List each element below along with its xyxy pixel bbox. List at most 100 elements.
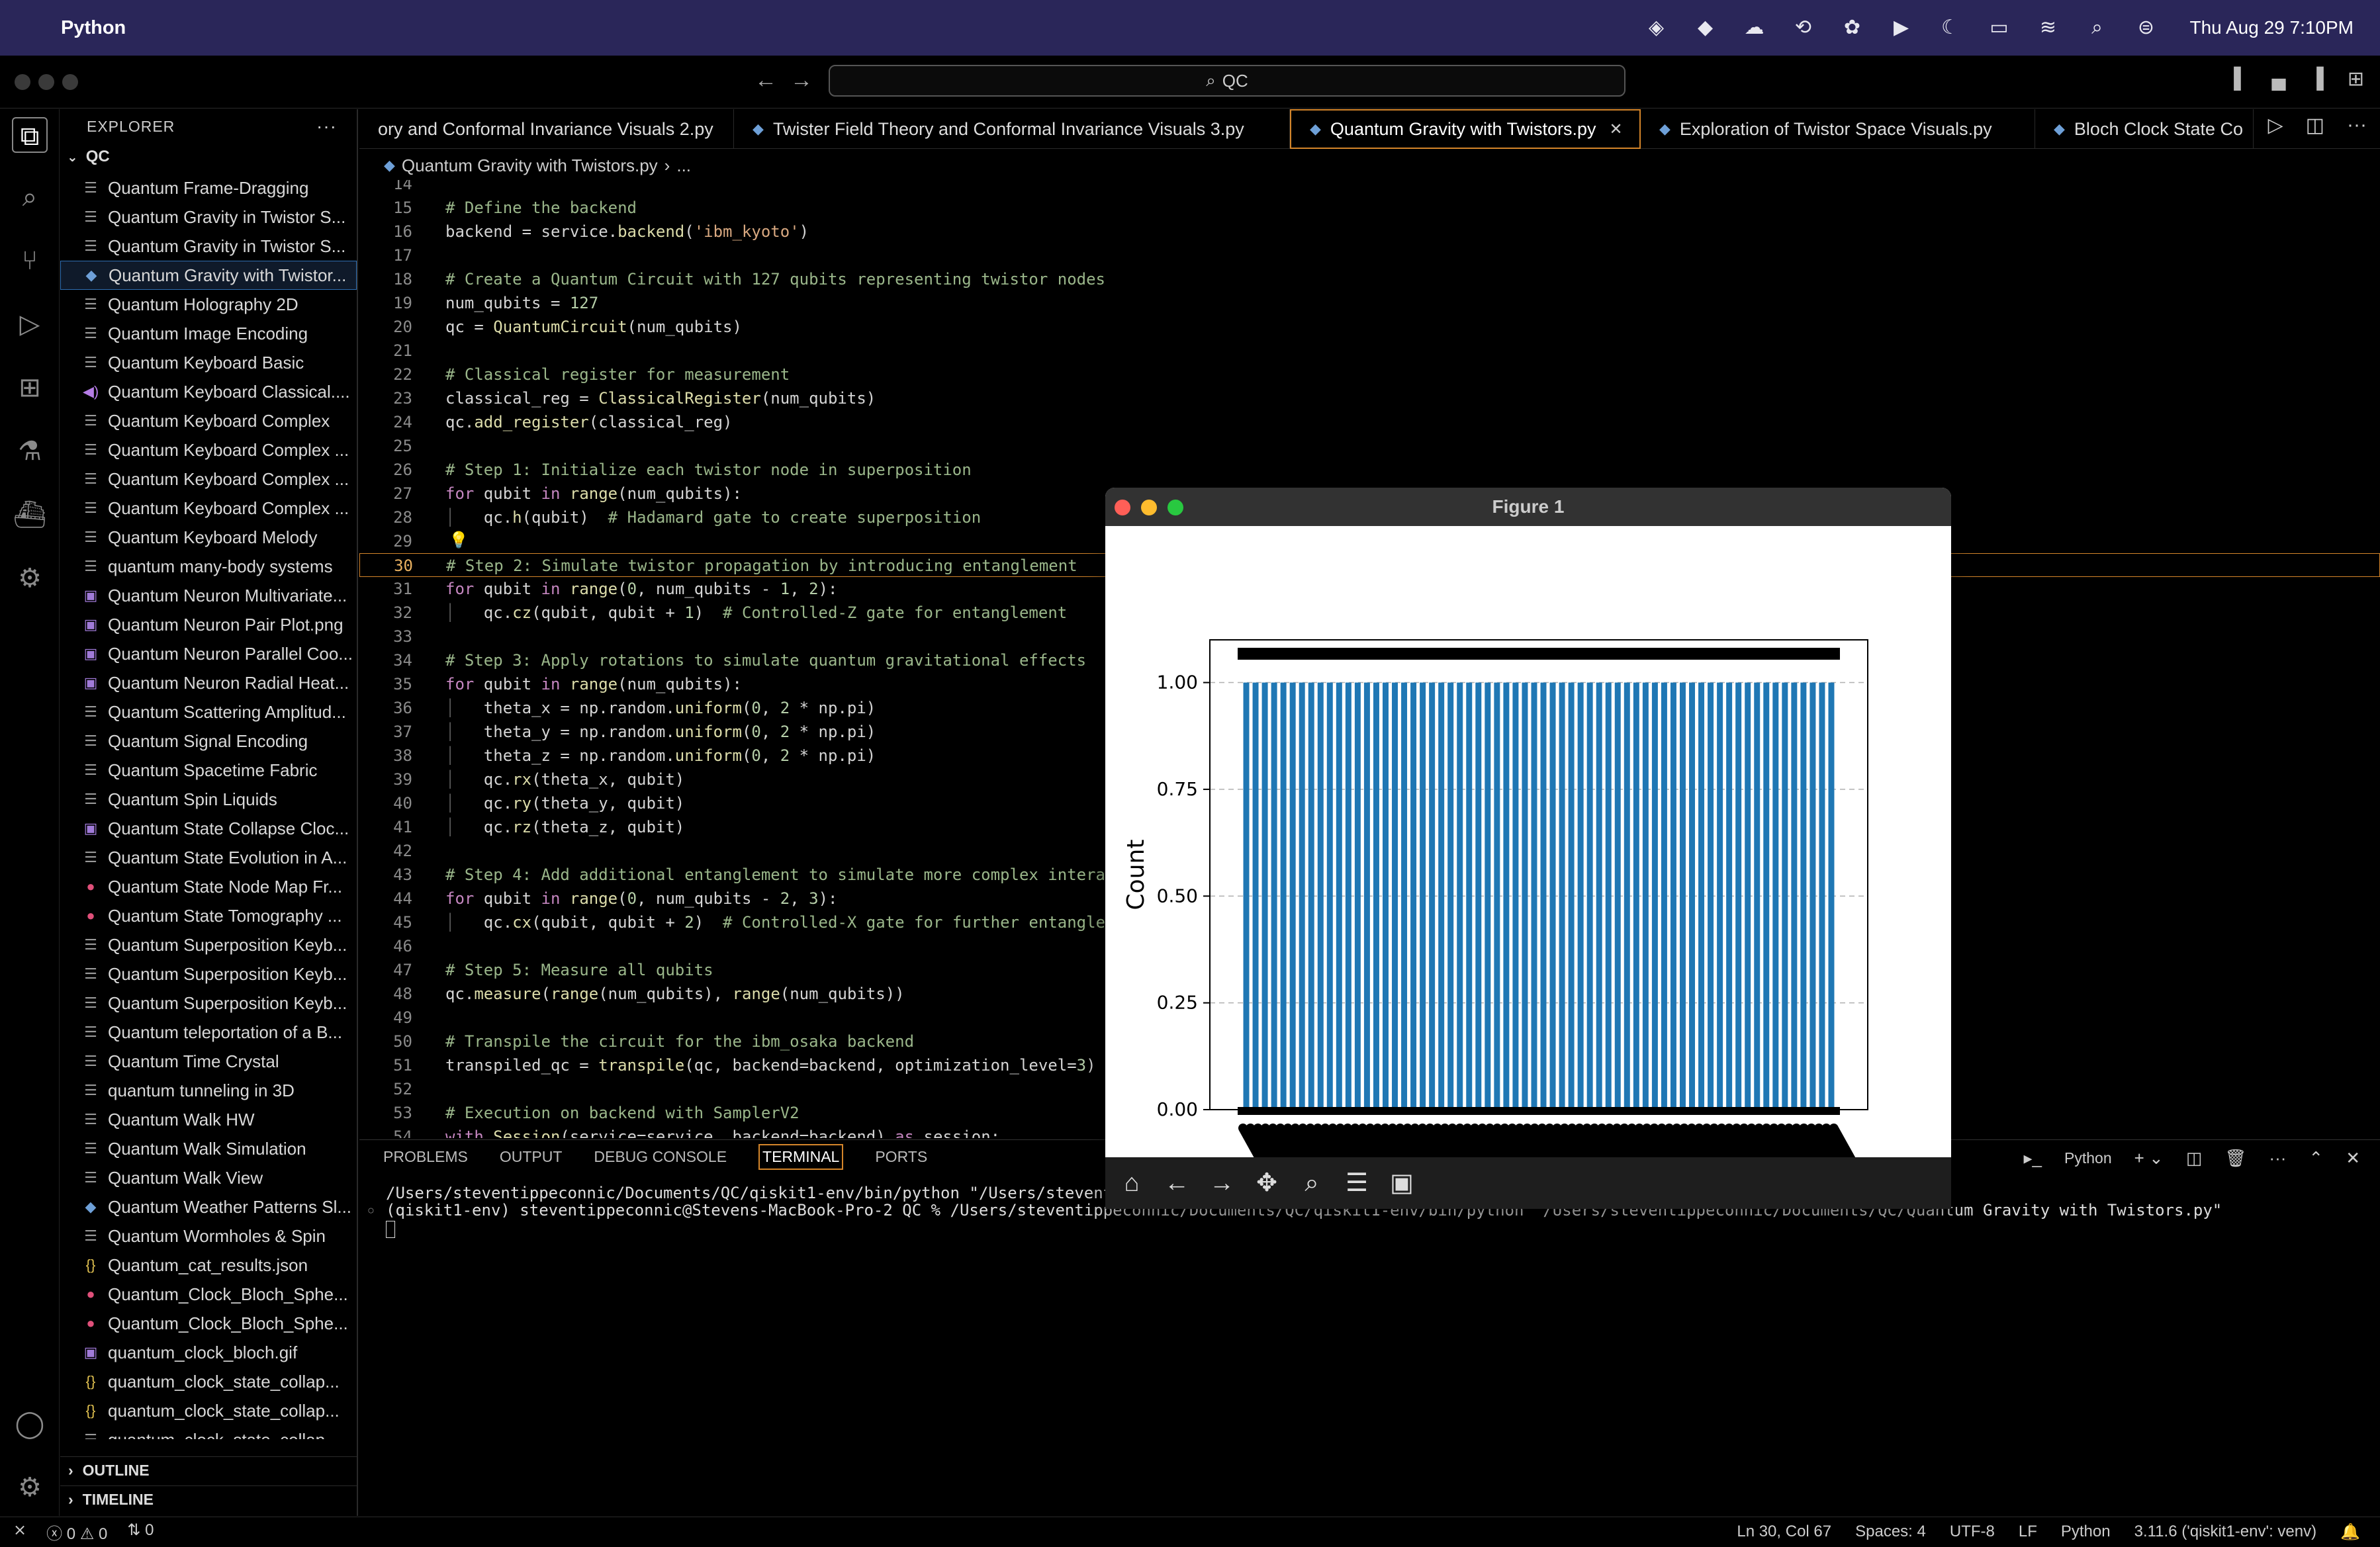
file-item[interactable]: ☰ Quantum Keyboard Basic: [60, 348, 357, 377]
extensions-icon[interactable]: ⊞: [12, 370, 48, 406]
zoom-window-button[interactable]: [1167, 500, 1183, 515]
tab-twister-field-theory-3[interactable]: ◆ Twister Field Theory and Conformal Inv…: [734, 109, 1290, 149]
code-line[interactable]: 14: [359, 180, 2380, 196]
ports-status[interactable]: ⇅ 0: [127, 1521, 154, 1544]
adguard-icon[interactable]: ◈: [1644, 18, 1668, 38]
file-item[interactable]: ▣ Quantum Neuron Pair Plot.png: [60, 610, 357, 639]
file-item[interactable]: ☰ Quantum Superposition Keyb...: [60, 959, 357, 989]
chatgpt-icon[interactable]: ✿: [1840, 18, 1864, 38]
search-icon[interactable]: ⌕: [2085, 18, 2109, 38]
battery-icon[interactable]: ▭: [1987, 18, 2011, 38]
minimize-window-button[interactable]: [1141, 500, 1157, 515]
minimize-window-button[interactable]: [38, 74, 54, 90]
save-icon[interactable]: ▣: [1385, 1166, 1419, 1200]
zoom-icon[interactable]: ⌕: [1295, 1166, 1329, 1200]
file-item[interactable]: ◆ Quantum Gravity with Twistor...: [60, 261, 357, 290]
file-item[interactable]: ☰ Quantum Keyboard Complex: [60, 406, 357, 435]
zoom-window-button[interactable]: [62, 74, 78, 90]
file-item[interactable]: ☰ Quantum Wormholes & Spin: [60, 1221, 357, 1251]
file-item[interactable]: ☰ Quantum Image Encoding: [60, 319, 357, 348]
pan-icon[interactable]: ✥: [1250, 1166, 1284, 1200]
file-item[interactable]: ● Quantum_Clock_Bloch_Sphe...: [60, 1280, 357, 1309]
file-item[interactable]: ▣ Quantum State Collapse Cloc...: [60, 814, 357, 843]
file-item[interactable]: ☰ Quantum Walk Simulation: [60, 1134, 357, 1163]
file-item[interactable]: ☰ quantum tunneling in 3D: [60, 1076, 357, 1105]
file-item[interactable]: ▣ Quantum Neuron Radial Heat...: [60, 668, 357, 697]
file-item[interactable]: ☰ Quantum Superposition Keyb...: [60, 930, 357, 959]
more-actions-icon[interactable]: ···: [316, 116, 337, 137]
tab-problems[interactable]: PROBLEMS: [383, 1148, 468, 1170]
cursor-position[interactable]: Ln 30, Col 67: [1737, 1523, 1831, 1542]
tab-output[interactable]: OUTPUT: [500, 1148, 563, 1170]
shell-label[interactable]: Python: [2064, 1149, 2112, 1167]
timeline-section[interactable]: › TIMELINE: [60, 1485, 357, 1513]
configure-icon[interactable]: ☰: [1340, 1166, 1374, 1200]
file-item[interactable]: ● Quantum_Clock_Bloch_Sphe...: [60, 1309, 357, 1338]
tab-bloch-clock-state[interactable]: ◆ Bloch Clock State Co: [2035, 109, 2254, 149]
problems-status[interactable]: ⓧ 0 ⚠ 0: [46, 1521, 107, 1544]
end-of-line[interactable]: LF: [2019, 1523, 2037, 1542]
run-debug-icon[interactable]: ▷: [12, 306, 48, 342]
tab-quantum-gravity-twistors[interactable]: ◆ Quantum Gravity with Twistors.py ✕: [1290, 109, 1641, 149]
code-line[interactable]: 21: [359, 339, 2380, 363]
close-panel-icon[interactable]: ✕: [2346, 1148, 2360, 1169]
file-item[interactable]: ▣ quantum_clock_bloch.gif: [60, 1338, 357, 1367]
code-line[interactable]: 15 # Define the backend: [359, 196, 2380, 220]
moon-icon[interactable]: ☾: [1938, 18, 1962, 38]
explorer-icon[interactable]: ⧉: [12, 117, 48, 153]
file-item[interactable]: ☰ Quantum Spin Liquids: [60, 785, 357, 814]
tab-debug-console[interactable]: DEBUG CONSOLE: [594, 1148, 727, 1170]
wifi-icon[interactable]: ≋: [2036, 18, 2060, 38]
file-item[interactable]: {} quantum_clock_state_collap...: [60, 1396, 357, 1425]
cloud-icon[interactable]: ☁: [1742, 18, 1766, 38]
sync-icon[interactable]: ⟲: [1791, 18, 1815, 38]
file-item[interactable]: ☰ Quantum Signal Encoding: [60, 727, 357, 756]
tab-conformal-visuals-2[interactable]: ory and Conformal Invariance Visuals 2.p…: [359, 109, 734, 149]
folder-qc[interactable]: ⌄ QC: [60, 144, 357, 170]
tab-ports[interactable]: PORTS: [875, 1148, 927, 1170]
app-name[interactable]: Python: [61, 17, 126, 39]
file-item[interactable]: ☰ Quantum Keyboard Complex ...: [60, 464, 357, 494]
outline-section[interactable]: › OUTLINE: [60, 1456, 357, 1484]
control-center-icon[interactable]: ⊜: [2134, 18, 2158, 38]
code-line[interactable]: 16 backend = service.backend('ibm_kyoto'): [359, 220, 2380, 243]
file-item[interactable]: {} Quantum_cat_results.json: [60, 1251, 357, 1280]
file-item[interactable]: ● Quantum State Node Map Fr...: [60, 872, 357, 901]
code-line[interactable]: 18 # Create a Quantum Circuit with 127 qu…: [359, 267, 2380, 291]
matplotlib-figure-window[interactable]: Figure 1 0.00 0.25 0.50 0.75 1.00 Count ⌂ ← →…: [1105, 488, 1951, 1209]
indentation[interactable]: Spaces: 4: [1855, 1523, 1926, 1542]
file-item[interactable]: ☰ Quantum Walk View: [60, 1163, 357, 1192]
file-item[interactable]: ☰ Quantum Time Crystal: [60, 1047, 357, 1076]
search-icon[interactable]: ⌕: [12, 179, 48, 215]
file-item[interactable]: ☰ Quantum teleportation of a B...: [60, 1018, 357, 1047]
file-item[interactable]: ☰ Quantum Superposition Keyb...: [60, 989, 357, 1018]
source-control-icon[interactable]: ⑂: [12, 243, 48, 279]
split-editor-icon[interactable]: ◫: [2306, 114, 2324, 137]
toggle-sidebar-icon[interactable]: ▌: [2234, 67, 2248, 91]
file-item[interactable]: ☰ Quantum Gravity in Twistor S...: [60, 202, 357, 232]
toggle-secondary-sidebar-icon[interactable]: ▐: [2310, 67, 2324, 91]
command-center-search[interactable]: ⌕ QC: [829, 65, 1625, 97]
tab-terminal[interactable]: TERMINAL: [758, 1144, 844, 1170]
figure-titlebar[interactable]: Figure 1: [1105, 488, 1951, 526]
file-item[interactable]: ☰ Quantum Keyboard Complex ...: [60, 494, 357, 523]
file-item[interactable]: ☰ Quantum Spacetime Fabric: [60, 756, 357, 785]
file-item[interactable]: ● Quantum State Tomography ...: [60, 901, 357, 930]
file-item[interactable]: ☰ Quantum Holography 2D: [60, 290, 357, 319]
file-item[interactable]: ☰ Quantum Gravity in Twistor S...: [60, 232, 357, 261]
code-line[interactable]: 24 qc.add_register(classical_reg): [359, 410, 2380, 434]
back-arrow-icon[interactable]: ←: [1160, 1166, 1194, 1200]
file-item[interactable]: ☰ Quantum State Evolution in A...: [60, 843, 357, 872]
code-line[interactable]: 26 # Step 1: Initialize each twistor node…: [359, 458, 2380, 482]
notifications-bell-icon[interactable]: 🔔: [2340, 1523, 2360, 1542]
docker-icon[interactable]: ⛴: [12, 497, 48, 533]
file-item[interactable]: ▣ Quantum Neuron Multivariate...: [60, 581, 357, 610]
back-arrow-icon[interactable]: ←: [755, 67, 777, 93]
lightbulb-icon[interactable]: 💡: [449, 531, 469, 550]
vpn-icon[interactable]: ◆: [1693, 18, 1717, 38]
toggle-panel-icon[interactable]: ▄: [2271, 67, 2285, 91]
more-actions-icon[interactable]: ···: [2269, 1148, 2286, 1169]
trash-icon[interactable]: 🗑: [2224, 1148, 2246, 1169]
file-item[interactable]: ☰ Quantum Frame-Dragging: [60, 173, 357, 202]
run-file-icon[interactable]: ▷: [2268, 114, 2283, 137]
